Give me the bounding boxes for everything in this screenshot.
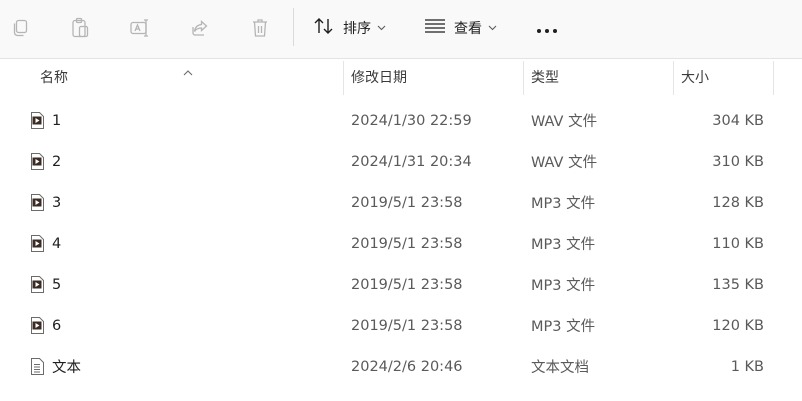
chevron-down-icon xyxy=(377,25,386,31)
view-label: 查看 xyxy=(454,21,482,37)
sort-ascending-icon xyxy=(183,61,193,80)
file-size: 135 KB xyxy=(712,276,764,293)
file-size: 128 KB xyxy=(712,194,764,211)
column-divider[interactable] xyxy=(343,61,344,95)
view-menu-button[interactable]: 查看 xyxy=(424,15,497,41)
sort-menu-button[interactable]: 排序 xyxy=(313,15,386,41)
file-date: 2019/5/1 23:58 xyxy=(351,235,463,252)
copy-icon xyxy=(10,18,30,38)
file-row[interactable]: 6 2019/5/1 23:58 MP3 文件 120 KB xyxy=(0,305,802,346)
delete-icon xyxy=(250,17,270,39)
file-size: 310 KB xyxy=(712,153,764,170)
audio-file-icon xyxy=(30,223,44,264)
audio-file-icon xyxy=(30,141,44,182)
command-bar: 排序 查看 xyxy=(0,0,802,59)
paste-icon xyxy=(70,17,90,39)
file-date: 2024/2/6 20:46 xyxy=(351,358,463,375)
audio-file-icon xyxy=(30,100,44,141)
view-list-icon xyxy=(424,18,446,38)
file-row[interactable]: 1 2024/1/30 22:59 WAV 文件 304 KB xyxy=(0,100,802,141)
file-type: MP3 文件 xyxy=(531,319,596,335)
text-file-icon xyxy=(30,346,44,387)
file-type: MP3 文件 xyxy=(531,278,596,294)
copy-button[interactable] xyxy=(8,14,32,42)
more-icon xyxy=(536,19,558,38)
file-name: 6 xyxy=(52,317,62,334)
chevron-down-icon xyxy=(488,25,497,31)
file-row[interactable]: 5 2019/5/1 23:58 MP3 文件 135 KB xyxy=(0,264,802,305)
file-date: 2019/5/1 23:58 xyxy=(351,276,463,293)
column-divider[interactable] xyxy=(523,61,524,95)
delete-button[interactable] xyxy=(248,14,272,42)
file-name: 5 xyxy=(52,276,62,293)
file-name: 文本 xyxy=(52,360,81,376)
file-date: 2024/1/31 20:34 xyxy=(351,153,472,170)
file-type: WAV 文件 xyxy=(531,155,598,171)
audio-file-icon xyxy=(30,264,44,305)
rename-button[interactable] xyxy=(128,14,152,42)
file-size: 110 KB xyxy=(712,235,764,252)
audio-file-icon xyxy=(30,305,44,346)
share-button[interactable] xyxy=(188,14,212,42)
file-size: 120 KB xyxy=(712,317,764,334)
column-divider[interactable] xyxy=(673,61,674,95)
file-name: 1 xyxy=(52,112,62,129)
toolbar-separator xyxy=(293,8,294,46)
file-row[interactable]: 文本 2024/2/6 20:46 文本文档 1 KB xyxy=(0,346,802,387)
column-header-name[interactable]: 名称 xyxy=(40,59,68,95)
file-name: 4 xyxy=(52,235,62,252)
rename-icon xyxy=(129,18,151,38)
file-name: 2 xyxy=(52,153,62,170)
column-divider[interactable] xyxy=(773,61,774,95)
audio-file-icon xyxy=(30,182,44,223)
file-row[interactable]: 2 2024/1/31 20:34 WAV 文件 310 KB xyxy=(0,141,802,182)
file-row[interactable]: 4 2019/5/1 23:58 MP3 文件 110 KB xyxy=(0,223,802,264)
file-name: 3 xyxy=(52,194,62,211)
more-options-button[interactable] xyxy=(533,20,561,36)
file-date: 2019/5/1 23:58 xyxy=(351,317,463,334)
column-header-row: 名称 修改日期 类型 大小 xyxy=(0,59,802,95)
file-type: WAV 文件 xyxy=(531,114,598,130)
share-icon xyxy=(190,18,210,38)
paste-button[interactable] xyxy=(68,14,92,42)
file-size: 1 KB xyxy=(730,358,764,375)
file-size: 304 KB xyxy=(712,112,764,129)
sort-icon xyxy=(313,16,335,40)
sort-label: 排序 xyxy=(343,21,371,37)
file-date: 2024/1/30 22:59 xyxy=(351,112,472,129)
file-type: 文本文档 xyxy=(531,360,589,376)
file-type: MP3 文件 xyxy=(531,237,596,253)
column-header-type[interactable]: 类型 xyxy=(531,59,559,95)
file-date: 2019/5/1 23:58 xyxy=(351,194,463,211)
column-header-date[interactable]: 修改日期 xyxy=(351,59,407,95)
column-header-size[interactable]: 大小 xyxy=(681,59,709,95)
file-row[interactable]: 3 2019/5/1 23:58 MP3 文件 128 KB xyxy=(0,182,802,223)
file-type: MP3 文件 xyxy=(531,196,596,212)
